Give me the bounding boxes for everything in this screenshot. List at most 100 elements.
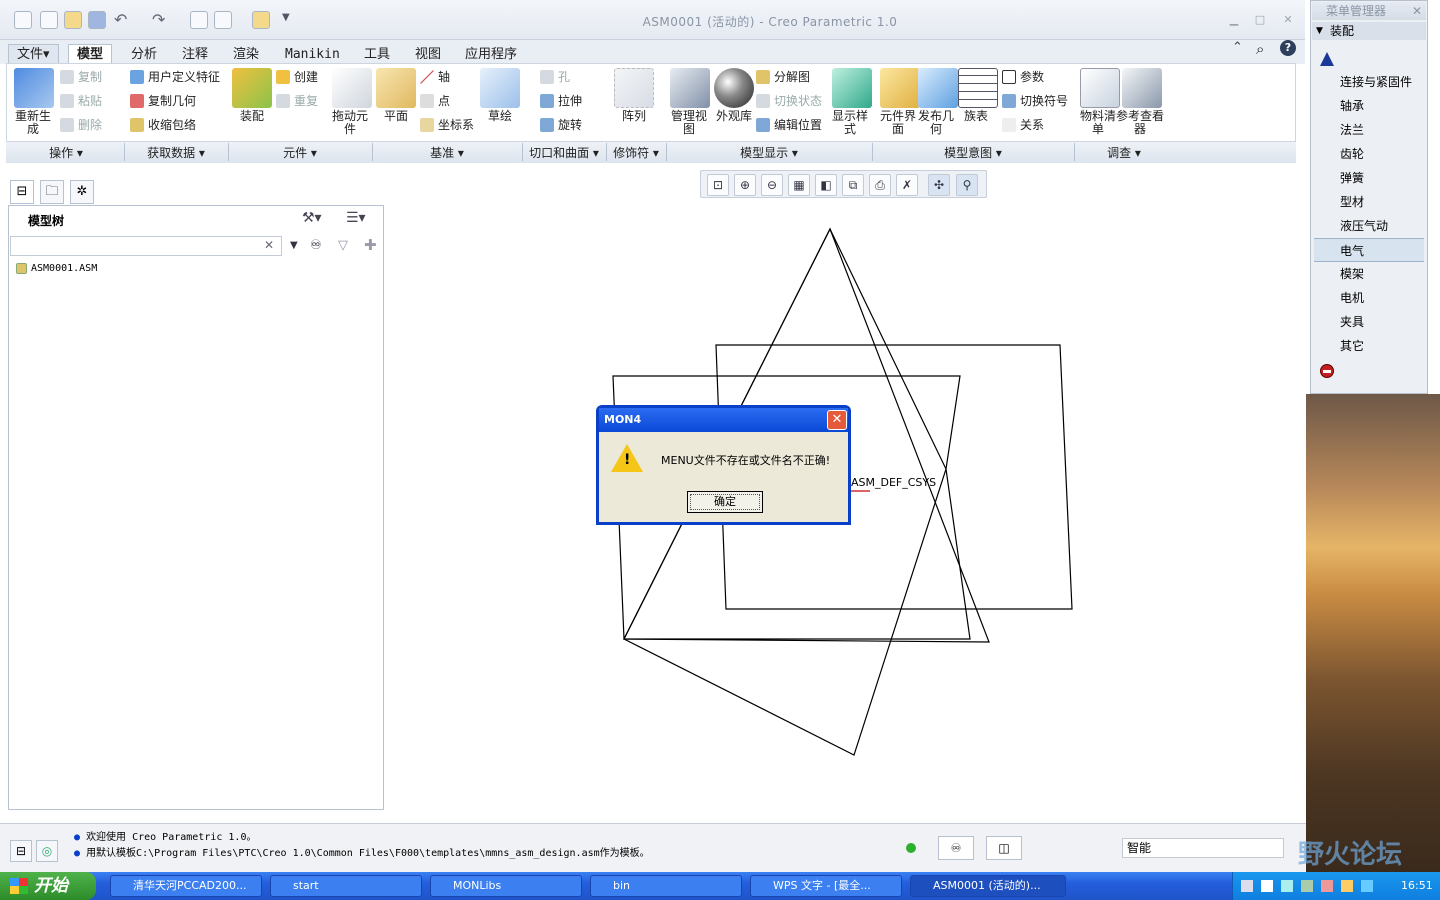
drag-components-button[interactable]: 拖动元件 — [330, 110, 370, 136]
regenerate-button[interactable]: 重新生成 — [10, 110, 56, 136]
search-icon[interactable]: ⌕ — [1256, 40, 1264, 58]
up-arrow-icon[interactable] — [1320, 52, 1334, 66]
model-tree-tab-icon[interactable]: ⊟ — [10, 180, 34, 204]
group-modifiers[interactable]: 修饰符 ▾ — [606, 144, 666, 161]
menu-item-fasteners[interactable]: 连接与紧固件 — [1314, 70, 1424, 94]
tray-icon[interactable] — [1281, 880, 1293, 892]
taskbar-item[interactable]: start — [270, 875, 422, 897]
undo-icon[interactable]: ↶ — [114, 10, 127, 29]
regenerate-icon[interactable] — [14, 68, 54, 108]
delete-button[interactable]: 删除 — [60, 116, 102, 134]
filter-icon[interactable]: ▽ — [338, 238, 348, 253]
navigator-toggle-icon[interactable]: ⊟ — [10, 840, 32, 862]
favorites-tab-icon[interactable]: ✲ — [70, 180, 94, 204]
tab-analysis[interactable]: 分析 — [122, 44, 166, 64]
publish-geometry-icon[interactable] — [918, 68, 958, 108]
explode-view-button[interactable]: 分解图 — [756, 68, 810, 86]
manage-views-icon[interactable] — [670, 68, 710, 108]
assemble-icon[interactable] — [232, 68, 272, 108]
reference-viewer-button[interactable]: 参考查看器 — [1114, 110, 1166, 136]
revolve-button[interactable]: 旋转 — [540, 116, 582, 134]
copy-geometry-button[interactable]: 复制几何 — [130, 92, 196, 110]
close-icon[interactable]: ✕ — [1280, 13, 1296, 27]
reference-viewer-icon[interactable] — [1122, 68, 1162, 108]
group-investigate[interactable]: 调查 ▾ — [1074, 144, 1174, 161]
paste-button[interactable]: 粘贴 — [60, 92, 102, 110]
tab-annotate[interactable]: 注释 — [173, 44, 217, 64]
drag-hand-icon[interactable] — [332, 68, 372, 108]
taskbar-item[interactable]: MONLibs — [430, 875, 582, 897]
menu-item-electrical[interactable]: 电气 — [1314, 238, 1424, 262]
bom-icon[interactable] — [1080, 68, 1120, 108]
tray-icon[interactable] — [1261, 880, 1273, 892]
udf-button[interactable]: 用户定义特征 — [130, 68, 220, 86]
tab-applications[interactable]: 应用程序 — [456, 44, 526, 64]
manage-views-button[interactable]: 管理视图 — [666, 110, 712, 136]
repeat-button[interactable]: 重复 — [276, 92, 318, 110]
display-style-icon[interactable] — [832, 68, 872, 108]
show-icon[interactable]: ☰▾ — [346, 210, 366, 226]
menu-item-springs[interactable]: 弹簧 — [1314, 166, 1424, 190]
dialog-close-icon[interactable]: ✕ — [827, 410, 847, 430]
assemble-button[interactable]: 装配 — [230, 110, 274, 123]
edit-position-button[interactable]: 编辑位置 — [756, 116, 822, 134]
tray-icon[interactable] — [1241, 880, 1253, 892]
taskbar-item[interactable]: ASM0001 (活动的)... — [910, 875, 1066, 897]
taskbar-item[interactable]: bin — [590, 875, 742, 897]
group-get-data[interactable]: 获取数据 ▾ — [124, 144, 228, 161]
appearance-gallery-button[interactable]: 外观库 — [712, 110, 756, 123]
create-button[interactable]: 创建 — [276, 68, 318, 86]
group-component[interactable]: 元件 ▾ — [228, 144, 372, 161]
pattern-button[interactable]: 阵列 — [612, 110, 656, 123]
tab-manikin[interactable]: Manikin — [276, 44, 349, 64]
group-model-intent[interactable]: 模型意图 ▾ — [872, 144, 1074, 161]
tray-icon[interactable] — [1321, 880, 1333, 892]
menu-manager-close-icon[interactable]: ✕ — [1412, 2, 1422, 20]
browser-toggle-icon[interactable]: ◎ — [36, 840, 58, 862]
family-table-icon[interactable] — [958, 68, 998, 108]
menu-manager-subtitle[interactable]: ▼ 装配 — [1312, 22, 1426, 40]
add-icon[interactable]: ✚ — [364, 236, 377, 254]
app-icon[interactable] — [14, 11, 32, 29]
regenerate-icon[interactable] — [190, 11, 208, 29]
group-model-display[interactable]: 模型显示 ▾ — [666, 144, 872, 161]
point-button[interactable]: 点 — [420, 92, 450, 110]
switch-symbols-button[interactable]: 切换符号 — [1002, 92, 1068, 110]
menu-item-fixtures[interactable]: 夹具 — [1314, 310, 1424, 334]
menu-item-flanges[interactable]: 法兰 — [1314, 118, 1424, 142]
tray-icon[interactable] — [1341, 880, 1353, 892]
taskbar-item[interactable]: WPS 文字 - [最全... — [750, 875, 902, 897]
copy-button[interactable]: 复制 — [60, 68, 102, 86]
menu-item-others[interactable]: 其它 — [1314, 334, 1424, 358]
pattern-icon[interactable] — [614, 68, 654, 108]
model-tree-search-input[interactable] — [10, 236, 282, 256]
minimize-icon[interactable]: ▁ — [1226, 13, 1242, 27]
ok-button[interactable]: 确定 — [687, 491, 763, 513]
shrinkwrap-button[interactable]: 收缩包络 — [130, 116, 196, 134]
plane-icon[interactable] — [376, 68, 416, 108]
stop-icon[interactable] — [1320, 364, 1334, 378]
group-datum[interactable]: 基准 ▾ — [372, 144, 522, 161]
group-cut-surface[interactable]: 切口和曲面 ▾ — [522, 144, 606, 161]
sketch-icon[interactable] — [480, 68, 520, 108]
extrude-button[interactable]: 拉伸 — [540, 92, 582, 110]
axis-button[interactable]: 轴 — [420, 68, 450, 86]
csys-button[interactable]: 坐标系 — [420, 116, 474, 134]
relations-button[interactable]: 关系 — [1002, 116, 1044, 134]
menu-item-mold-base[interactable]: 模架 — [1314, 262, 1424, 286]
windows-icon[interactable] — [214, 11, 232, 29]
find-binoculars-icon[interactable]: ♾ — [310, 238, 322, 253]
tray-icon[interactable] — [1301, 880, 1313, 892]
appearance-sphere-icon[interactable] — [714, 68, 754, 108]
redo-icon[interactable]: ↷ — [152, 10, 165, 29]
tab-tools[interactable]: 工具 — [355, 44, 399, 64]
folder-browser-tab-icon[interactable]: 🗀 — [40, 180, 64, 204]
menu-item-gears[interactable]: 齿轮 — [1314, 142, 1424, 166]
tray-icon[interactable] — [1361, 880, 1373, 892]
clock[interactable]: 16:51 — [1401, 872, 1433, 900]
publish-geometry-button[interactable]: 发布几何 — [914, 110, 958, 136]
selection-filter-select[interactable]: 智能 — [1122, 838, 1284, 858]
menu-item-bearings[interactable]: 轴承 — [1314, 94, 1424, 118]
tree-item-root[interactable]: ASM0001.ASM — [16, 263, 97, 274]
plane-button[interactable]: 平面 — [374, 110, 418, 123]
